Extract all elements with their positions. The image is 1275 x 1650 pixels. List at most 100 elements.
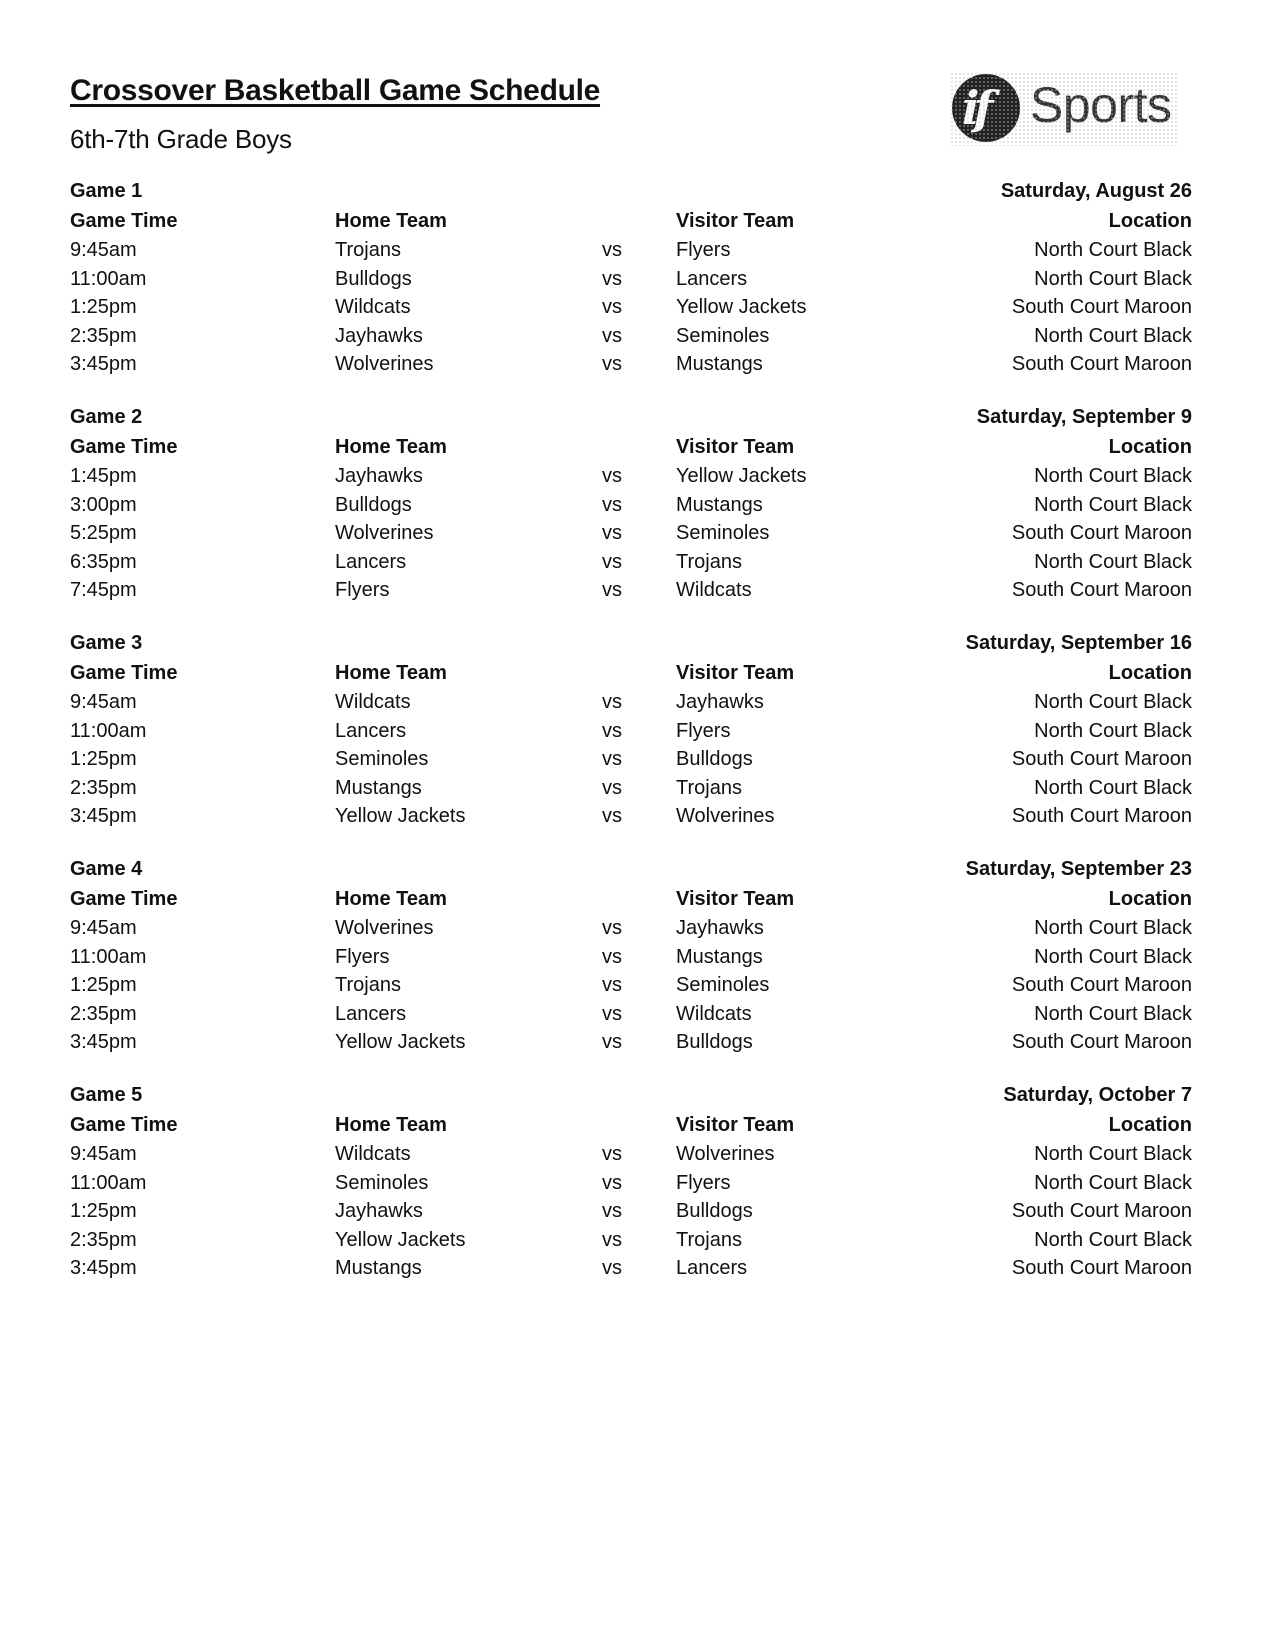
location: North Court Black	[1034, 239, 1192, 261]
match-time: 9:45am	[70, 1143, 137, 1165]
match-row: 1:45pm Jayhawks vs Yellow Jackets North Cour…	[70, 462, 1192, 491]
visitor-team: Mustangs	[676, 353, 763, 375]
location: South Court Maroon	[1011, 1257, 1192, 1279]
header-visitor-team: Visitor Team	[676, 436, 795, 458]
visitor-team: Flyers	[676, 719, 731, 742]
match-time: 1:25pm	[70, 974, 137, 996]
location: North Court Black	[1034, 324, 1192, 347]
vs-label: vs	[602, 1257, 622, 1279]
header-game-time: Game Time	[70, 436, 178, 458]
match-row: 3:00pm Bulldogs vs Mustangs North Court Blac…	[70, 491, 1192, 520]
vs-label: vs	[602, 1002, 622, 1025]
home-team: Trojans	[335, 974, 401, 996]
match-row: 6:35pm Lancers vs Trojans North Court Black	[70, 548, 1192, 577]
visitor-team: Bulldogs	[676, 748, 753, 770]
visitor-team: Jayhawks	[676, 917, 764, 939]
match-time: 3:45pm	[70, 805, 137, 827]
home-team: Wildcats	[335, 691, 411, 713]
home-team: Bulldogs	[335, 267, 412, 290]
visitor-team: Bulldogs	[676, 1031, 753, 1053]
game-section: Game 5 Saturday, October 7 Game Time Home T…	[70, 1080, 1192, 1283]
vs-label: vs	[602, 1171, 622, 1194]
visitor-team: Wolverines	[676, 805, 775, 827]
game-section: Game 2 Saturday, September 9 Game Time Home…	[70, 402, 1192, 605]
vs-label: vs	[602, 805, 622, 827]
home-team: Wildcats	[335, 1143, 411, 1165]
game-heading-row: Game 1 Saturday, August 26	[70, 176, 1192, 206]
column-header-row: Game Time Home Team Visitor Team Location	[70, 1110, 1192, 1140]
home-team: Mustangs	[335, 1257, 422, 1279]
vs-label: vs	[602, 1143, 622, 1165]
vs-label: vs	[602, 719, 622, 742]
home-team: Wolverines	[335, 353, 434, 375]
match-time: 11:00am	[70, 719, 147, 742]
vs-label: vs	[602, 579, 622, 601]
match-row: 9:45am Wildcats vs Wolverines North Court Bl…	[70, 1140, 1192, 1169]
match-row: 11:00am Bulldogs vs Lancers North Court Blac…	[70, 265, 1192, 294]
vs-label: vs	[602, 267, 622, 290]
home-team: Jayhawks	[335, 465, 423, 487]
vs-label: vs	[602, 917, 622, 939]
location: North Court Black	[1034, 917, 1192, 939]
vs-label: vs	[602, 1228, 622, 1251]
match-time: 2:35pm	[70, 776, 137, 799]
header-game-time: Game Time	[70, 888, 178, 910]
game-section: Game 1 Saturday, August 26 Game Time Home T…	[70, 176, 1192, 379]
home-team: Lancers	[335, 719, 407, 742]
home-team: Flyers	[335, 579, 390, 601]
location: South Court Maroon	[1011, 579, 1192, 601]
match-time: 7:45pm	[70, 579, 137, 601]
game-date: Saturday, September 16	[965, 632, 1192, 654]
visitor-team: Seminoles	[676, 974, 770, 996]
vs-label: vs	[602, 1200, 622, 1222]
match-time: 5:25pm	[70, 522, 137, 544]
match-row: 1:25pm Wildcats vs Yellow Jackets South Cour…	[70, 293, 1192, 322]
match-row: 11:00am Seminoles vs Flyers North Court Blac…	[70, 1169, 1192, 1198]
header-visitor-team: Visitor Team	[676, 210, 795, 232]
visitor-team: Seminoles	[676, 522, 770, 544]
vs-label: vs	[602, 324, 622, 347]
visitor-team: Jayhawks	[676, 691, 764, 713]
home-team: Jayhawks	[335, 324, 423, 347]
vs-label: vs	[602, 296, 622, 318]
home-team: Jayhawks	[335, 1200, 423, 1222]
location: North Court Black	[1034, 1143, 1192, 1165]
header-visitor-team: Visitor Team	[676, 662, 795, 684]
vs-label: vs	[602, 691, 622, 713]
visitor-team: Trojans	[676, 776, 742, 799]
match-row: 3:45pm Yellow Jackets vs Bulldogs South Cour…	[70, 1028, 1192, 1057]
home-team: Trojans	[335, 239, 401, 261]
header-game-time: Game Time	[70, 210, 178, 232]
home-team: Flyers	[335, 945, 390, 968]
location: North Court Black	[1034, 1171, 1192, 1194]
match-time: 3:45pm	[70, 353, 137, 375]
home-team: Wolverines	[335, 917, 434, 939]
vs-label: vs	[602, 550, 622, 573]
header-location: Location	[1108, 1114, 1192, 1136]
game-section: Game 3 Saturday, September 16 Game Time Hom…	[70, 628, 1192, 831]
vs-label: vs	[602, 945, 622, 968]
game-heading-row: Game 2 Saturday, September 9	[70, 402, 1192, 432]
match-row: 9:45am Wildcats vs Jayhawks North Court Blac…	[70, 688, 1192, 717]
location: South Court Maroon	[1011, 353, 1192, 375]
match-row: 11:00am Flyers vs Mustangs North Court Black	[70, 943, 1192, 972]
header-location: Location	[1108, 436, 1192, 458]
page-title: Crossover Basketball Game Schedule	[70, 74, 601, 107]
match-row: 9:45am Wolverines vs Jayhawks North Court Bl…	[70, 914, 1192, 943]
game-section: Game 4 Saturday, September 23 Game Time Hom…	[70, 854, 1192, 1057]
location: South Court Maroon	[1011, 974, 1192, 996]
location: North Court Black	[1034, 1002, 1192, 1025]
vs-label: vs	[602, 239, 622, 261]
column-header-row: Game Time Home Team Visitor Team Location	[70, 884, 1192, 914]
visitor-team: Flyers	[676, 239, 731, 261]
vs-label: vs	[602, 522, 622, 544]
location: North Court Black	[1034, 691, 1192, 713]
location: South Court Maroon	[1011, 805, 1192, 827]
game-date: Saturday, August 26	[1000, 180, 1192, 202]
match-row: 2:35pm Jayhawks vs Seminoles North Court Bla…	[70, 322, 1192, 351]
match-time: 3:00pm	[70, 493, 137, 516]
vs-label: vs	[602, 493, 622, 516]
header-game-time: Game Time	[70, 1114, 178, 1136]
match-time: 3:45pm	[70, 1257, 137, 1279]
match-time: 1:45pm	[70, 465, 137, 487]
